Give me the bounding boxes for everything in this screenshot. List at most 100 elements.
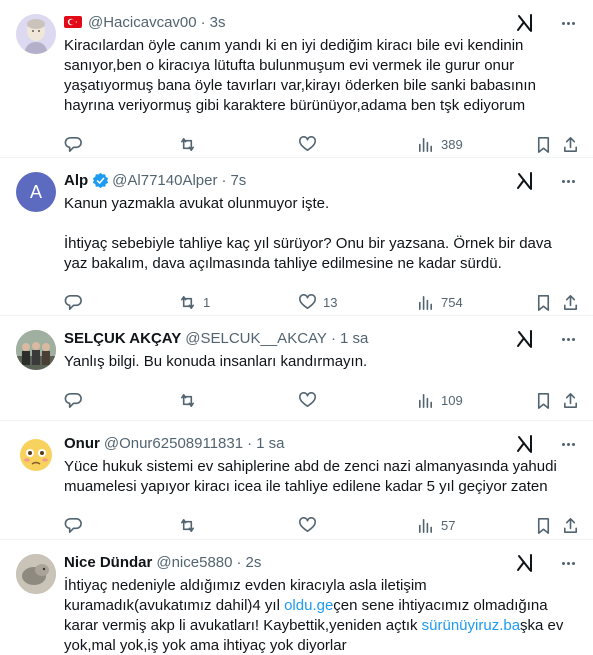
tweet-header: Nice Dündar @nice5880 · 2s bbox=[64, 552, 577, 572]
views-button[interactable]: 57 bbox=[416, 515, 455, 535]
grok-icon[interactable] bbox=[515, 171, 535, 191]
tweet-text: Yüce hukuk sistemi ev sahiplerine abd de… bbox=[64, 458, 557, 495]
views-icon bbox=[418, 295, 433, 310]
avatar[interactable] bbox=[16, 554, 56, 594]
bookmark-button[interactable] bbox=[534, 515, 553, 535]
user-handle[interactable]: @SELCUK__AKCAY bbox=[185, 330, 327, 347]
reply-button[interactable] bbox=[64, 390, 89, 410]
bookmark-button[interactable] bbox=[534, 134, 553, 154]
tweet[interactable]: Nice Dündar @nice5880 · 2s İhtiyaç neden… bbox=[0, 540, 593, 655]
repost-button[interactable] bbox=[178, 515, 203, 535]
like-button[interactable] bbox=[298, 134, 323, 154]
tweet-header: SELÇUK AKÇAY @SELCUK__AKCAY · 1 sa bbox=[64, 328, 577, 348]
user-name[interactable]: Nice Dündar bbox=[64, 554, 152, 571]
share-button[interactable] bbox=[561, 515, 580, 535]
tweet-text: Kanun yazmakla avukat olunmuyor işte. İh… bbox=[64, 195, 552, 272]
avatar-image bbox=[16, 330, 56, 370]
like-button[interactable] bbox=[298, 390, 323, 410]
user-name[interactable]: SELÇUK AKÇAY bbox=[64, 330, 181, 347]
timestamp[interactable]: 1 sa bbox=[256, 435, 284, 452]
heart-icon bbox=[299, 293, 316, 309]
tweet-text: İhtiyaç nedeniyle aldığımız evden kiracı… bbox=[64, 576, 577, 655]
view-count: 109 bbox=[441, 392, 463, 408]
like-button[interactable]: 13 bbox=[298, 292, 337, 312]
separator-dot: · bbox=[330, 329, 336, 347]
like-button[interactable] bbox=[298, 515, 323, 535]
tweet[interactable]: Onur @Onur62508911831 · 1 sa Yüce hukuk … bbox=[0, 421, 593, 540]
views-button[interactable]: 754 bbox=[416, 292, 463, 312]
tweet-text: Kiracılardan öyle canım yandı ki en iyi … bbox=[64, 37, 536, 114]
repost-button[interactable] bbox=[178, 390, 203, 410]
tweet-header: Alp @Al77140Alper · 7s bbox=[64, 170, 577, 190]
tweet-actions: 389 bbox=[64, 128, 580, 160]
more-options-icon[interactable] bbox=[557, 552, 579, 574]
user-name[interactable]: Onur bbox=[64, 435, 100, 452]
separator-dot: · bbox=[247, 434, 253, 452]
grok-icon[interactable] bbox=[515, 329, 535, 349]
reply-icon bbox=[64, 294, 82, 310]
reply-icon bbox=[64, 517, 82, 533]
heart-icon bbox=[299, 391, 316, 407]
grok-icon[interactable] bbox=[515, 13, 535, 33]
separator-dot: · bbox=[236, 553, 242, 571]
more-options-icon[interactable] bbox=[557, 12, 579, 34]
repost-icon bbox=[180, 518, 195, 532]
repost-icon bbox=[180, 393, 195, 407]
like-count: 13 bbox=[323, 294, 338, 310]
separator-dot: · bbox=[221, 171, 227, 189]
user-name[interactable]: Alp bbox=[64, 172, 88, 189]
avatar[interactable] bbox=[16, 435, 56, 475]
tweet-actions: 1 13 754 bbox=[64, 286, 580, 318]
tweet-actions: 109 bbox=[64, 384, 580, 416]
share-icon bbox=[563, 136, 578, 152]
tweet-link[interactable]: sürünüyiruz.ba bbox=[422, 617, 520, 634]
user-handle[interactable]: @Al77140Alper bbox=[112, 172, 217, 189]
share-icon bbox=[563, 294, 578, 310]
bookmark-icon bbox=[537, 517, 550, 534]
more-options-icon[interactable] bbox=[557, 328, 579, 350]
bookmark-button[interactable] bbox=[534, 292, 553, 312]
tweet-link[interactable]: oldu.ge bbox=[284, 597, 333, 614]
more-options-icon[interactable] bbox=[557, 170, 579, 192]
bookmark-icon bbox=[537, 392, 550, 409]
user-handle[interactable]: @Hacicavcav00 bbox=[88, 14, 197, 31]
reply-icon bbox=[64, 392, 82, 408]
repost-button[interactable]: 1 bbox=[178, 292, 210, 312]
share-icon bbox=[563, 517, 578, 533]
tweet[interactable]: A Alp @Al77140Alper · 7s Kanun yazmakla … bbox=[0, 158, 593, 316]
share-button[interactable] bbox=[561, 134, 580, 154]
timestamp[interactable]: 2s bbox=[245, 554, 261, 571]
tweet-header: Onur @Onur62508911831 · 1 sa bbox=[64, 433, 577, 453]
user-handle[interactable]: @Onur62508911831 bbox=[104, 435, 243, 452]
separator-dot: · bbox=[200, 13, 206, 31]
share-icon bbox=[563, 392, 578, 408]
tweet[interactable]: @Hacicavcav00 · 3s Kiracılardan öyle can… bbox=[0, 0, 593, 158]
views-icon bbox=[418, 137, 433, 152]
avatar[interactable] bbox=[16, 330, 56, 370]
share-button[interactable] bbox=[561, 292, 580, 312]
grok-icon[interactable] bbox=[515, 434, 535, 454]
reply-button[interactable] bbox=[64, 134, 89, 154]
views-button[interactable]: 389 bbox=[416, 134, 463, 154]
heart-icon bbox=[299, 135, 316, 151]
timestamp[interactable]: 3s bbox=[210, 14, 226, 31]
repost-count: 1 bbox=[203, 294, 211, 310]
repost-icon bbox=[180, 295, 195, 309]
reply-button[interactable] bbox=[64, 292, 89, 312]
more-options-icon[interactable] bbox=[557, 433, 579, 455]
grok-icon[interactable] bbox=[515, 553, 535, 573]
share-button[interactable] bbox=[561, 390, 580, 410]
avatar[interactable]: A bbox=[16, 172, 56, 212]
user-handle[interactable]: @nice5880 bbox=[156, 554, 232, 571]
reply-button[interactable] bbox=[64, 515, 89, 535]
avatar[interactable] bbox=[16, 14, 56, 54]
view-count: 57 bbox=[441, 517, 456, 533]
views-button[interactable]: 109 bbox=[416, 390, 463, 410]
timestamp[interactable]: 1 sa bbox=[340, 330, 368, 347]
bookmark-button[interactable] bbox=[534, 390, 553, 410]
tweet-actions: 57 bbox=[64, 509, 580, 541]
repost-button[interactable] bbox=[178, 134, 203, 154]
tweet[interactable]: SELÇUK AKÇAY @SELCUK__AKCAY · 1 sa Yanlı… bbox=[0, 316, 593, 421]
timestamp[interactable]: 7s bbox=[230, 172, 246, 189]
repost-icon bbox=[180, 137, 195, 151]
